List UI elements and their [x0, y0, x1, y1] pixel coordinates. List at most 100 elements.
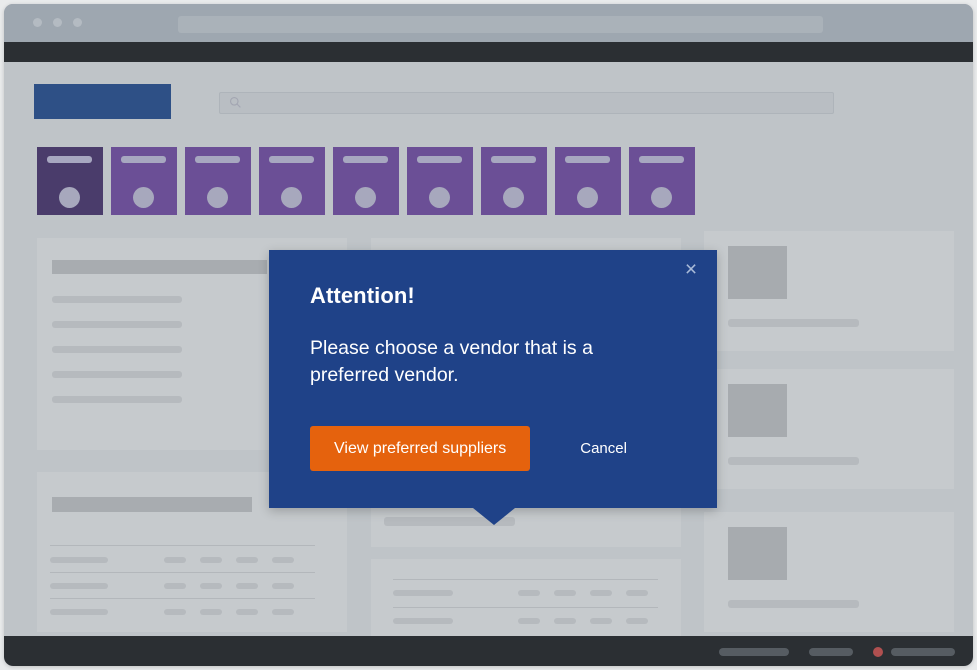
table-divider: [50, 545, 315, 546]
modal-title: Attention!: [310, 283, 415, 308]
table-cell-placeholder: [164, 609, 186, 615]
status-pill: [719, 648, 789, 656]
media-card: [704, 512, 954, 632]
text-line-placeholder: [52, 321, 182, 328]
text-line-placeholder: [52, 396, 182, 403]
tile-title-placeholder: [565, 156, 610, 163]
browser-titlebar: [4, 4, 973, 42]
page-viewport: × Attention! Please choose a vendor that…: [4, 62, 973, 636]
maximize-window-dot[interactable]: [73, 18, 82, 27]
tile-avatar-icon: [503, 187, 524, 208]
status-indicator-group: [873, 647, 955, 657]
modal-actions: View preferred suppliers Cancel: [310, 426, 633, 471]
table-cell-placeholder: [518, 590, 540, 596]
tile-item[interactable]: [407, 147, 473, 215]
attention-modal: × Attention! Please choose a vendor that…: [269, 250, 717, 508]
table-cell-placeholder: [200, 583, 222, 589]
tile-avatar-icon: [355, 187, 376, 208]
media-card: [704, 369, 954, 489]
tile-item[interactable]: [259, 147, 325, 215]
thumbnail-placeholder: [728, 384, 787, 437]
table-cell-placeholder: [164, 557, 186, 563]
search-input[interactable]: [219, 92, 834, 114]
minimize-window-dot[interactable]: [53, 18, 62, 27]
tile-avatar-icon: [207, 187, 228, 208]
text-line-placeholder: [52, 371, 182, 378]
table-cell-placeholder: [236, 583, 258, 589]
tile-row: [37, 147, 695, 215]
table-cell-placeholder: [50, 557, 108, 563]
view-preferred-suppliers-button[interactable]: View preferred suppliers: [310, 426, 531, 471]
close-window-dot[interactable]: [33, 18, 42, 27]
table-cell-placeholder: [272, 583, 294, 589]
tile-title-placeholder: [195, 156, 240, 163]
tile-title-placeholder: [121, 156, 166, 163]
modal-message: Please choose a vendor that is a preferr…: [310, 337, 593, 386]
table-cell-placeholder: [554, 618, 576, 624]
tile-item[interactable]: [629, 147, 695, 215]
table-cell-placeholder: [626, 618, 648, 624]
text-line-placeholder: [728, 457, 859, 465]
tile-avatar-icon: [577, 187, 598, 208]
site-navbar: [4, 42, 973, 62]
status-bar: [4, 636, 973, 666]
address-bar[interactable]: [178, 16, 823, 33]
table-cell-placeholder: [590, 590, 612, 596]
tile-title-placeholder: [47, 156, 92, 163]
search-icon: [229, 96, 242, 109]
table-cell-placeholder: [590, 618, 612, 624]
tile-item[interactable]: [555, 147, 621, 215]
tile-avatar-icon: [429, 187, 450, 208]
tile-avatar-icon: [281, 187, 302, 208]
media-card: [704, 231, 954, 351]
screenshot-root: × Attention! Please choose a vendor that…: [0, 0, 977, 670]
table-cell-placeholder: [272, 557, 294, 563]
table-cell-placeholder: [236, 557, 258, 563]
text-line-placeholder: [728, 319, 859, 327]
table-cell-placeholder: [164, 583, 186, 589]
table-cell-placeholder: [393, 590, 453, 596]
status-badge: [873, 647, 883, 657]
table-cell-placeholder: [626, 590, 648, 596]
tile-item[interactable]: [481, 147, 547, 215]
table-cell-placeholder: [200, 609, 222, 615]
table-divider: [50, 572, 315, 573]
table-cell-placeholder: [518, 618, 540, 624]
browser-window: × Attention! Please choose a vendor that…: [4, 4, 973, 666]
tile-title-placeholder: [491, 156, 536, 163]
table-cell-placeholder: [236, 609, 258, 615]
table-divider: [50, 598, 315, 599]
status-pill: [891, 648, 955, 656]
table-cell-placeholder: [200, 557, 222, 563]
table-cell-placeholder: [50, 583, 108, 589]
tile-title-placeholder: [269, 156, 314, 163]
tile-title-placeholder: [639, 156, 684, 163]
cancel-button[interactable]: Cancel: [574, 439, 633, 458]
thumbnail-placeholder: [728, 527, 787, 580]
table-cell-placeholder: [272, 609, 294, 615]
tile-title-placeholder: [343, 156, 388, 163]
tile-avatar-icon: [651, 187, 672, 208]
tile-avatar-icon: [59, 187, 80, 208]
table-cell-placeholder: [393, 618, 453, 624]
card-heading-placeholder: [52, 497, 252, 512]
table-cell-placeholder: [50, 609, 108, 615]
card-heading-placeholder: [52, 260, 267, 274]
table-divider: [393, 579, 658, 580]
app-logo[interactable]: [34, 84, 171, 119]
tile-item[interactable]: [333, 147, 399, 215]
close-icon[interactable]: ×: [679, 258, 703, 282]
window-controls: [33, 18, 82, 27]
tile-title-placeholder: [417, 156, 462, 163]
table-card: [371, 559, 681, 636]
thumbnail-placeholder: [728, 246, 787, 299]
tile-item[interactable]: [185, 147, 251, 215]
modal-pointer-arrow: [473, 508, 515, 525]
table-cell-placeholder: [554, 590, 576, 596]
text-line-placeholder: [728, 600, 859, 608]
tile-item[interactable]: [111, 147, 177, 215]
text-line-placeholder: [52, 296, 182, 303]
tile-item[interactable]: [37, 147, 103, 215]
tile-avatar-icon: [133, 187, 154, 208]
text-line-placeholder: [52, 346, 182, 353]
